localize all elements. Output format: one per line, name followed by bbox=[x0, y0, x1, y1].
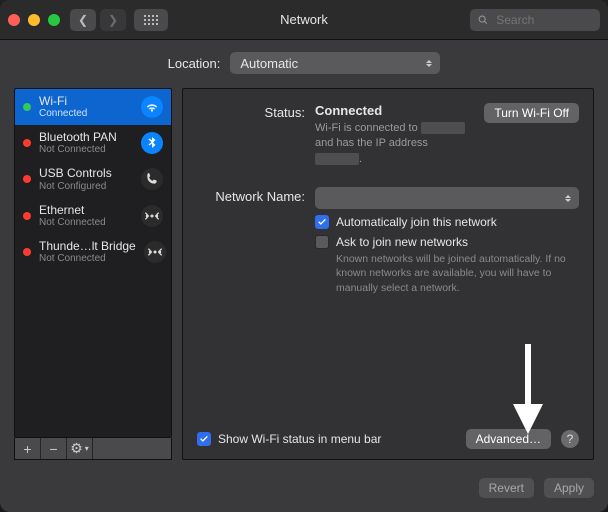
minimize-window[interactable] bbox=[28, 14, 40, 26]
service-name: Wi-Fi bbox=[39, 95, 133, 108]
sidebar-item-thunde-lt-bridge[interactable]: Thunde…lt BridgeNot Connected bbox=[15, 234, 171, 270]
detail-panel: Status: Connected Wi-Fi is connected to … bbox=[182, 88, 594, 460]
menubar-checkbox[interactable]: Show Wi-Fi status in menu bar bbox=[197, 432, 381, 446]
ethernet-icon bbox=[141, 205, 163, 227]
service-list[interactable]: Wi-FiConnectedBluetooth PANNot Connected… bbox=[14, 88, 172, 438]
status-dot bbox=[23, 103, 31, 111]
body: Wi-FiConnectedBluetooth PANNot Connected… bbox=[0, 82, 608, 470]
annotation-arrow bbox=[513, 344, 543, 437]
service-name: Thunde…lt Bridge bbox=[39, 240, 136, 253]
forward-button: ❯ bbox=[100, 9, 126, 31]
service-status: Not Connected bbox=[39, 253, 136, 264]
ask-join-label: Ask to join new networks bbox=[336, 235, 468, 249]
footer: Revert Apply bbox=[0, 470, 608, 512]
location-value: Automatic bbox=[240, 56, 298, 71]
add-service-button[interactable]: + bbox=[15, 438, 41, 459]
zoom-window[interactable] bbox=[48, 14, 60, 26]
wifi-toggle-button[interactable]: Turn Wi-Fi Off bbox=[484, 103, 579, 123]
status-value: Connected bbox=[315, 103, 474, 118]
sidebar-item-usb-controls[interactable]: USB ControlsNot Configured bbox=[15, 161, 171, 197]
status-dot bbox=[23, 175, 31, 183]
bluetooth-icon bbox=[141, 132, 163, 154]
nav-buttons: ❮ ❯ bbox=[70, 9, 126, 31]
network-prefs-window: ❮ ❯ Network Location: Automatic Wi-FiCon… bbox=[0, 0, 608, 512]
ask-join-checkbox[interactable]: Ask to join new networks bbox=[315, 235, 579, 249]
service-name: Bluetooth PAN bbox=[39, 131, 133, 144]
service-status: Not Configured bbox=[39, 181, 133, 192]
service-name: USB Controls bbox=[39, 167, 133, 180]
sidebar-item-bluetooth-pan[interactable]: Bluetooth PANNot Connected bbox=[15, 125, 171, 161]
menubar-label: Show Wi-Fi status in menu bar bbox=[218, 432, 381, 446]
status-label: Status: bbox=[197, 103, 305, 167]
phone-icon bbox=[141, 168, 163, 190]
ask-join-hint: Known networks will be joined automatica… bbox=[336, 252, 579, 295]
sidebar: Wi-FiConnectedBluetooth PANNot Connected… bbox=[14, 88, 172, 460]
search-input[interactable] bbox=[494, 12, 592, 28]
status-dot bbox=[23, 212, 31, 220]
stepper-icon bbox=[422, 52, 436, 74]
auto-join-label: Automatically join this network bbox=[336, 215, 497, 229]
window-title: Network bbox=[280, 12, 328, 27]
close-window[interactable] bbox=[8, 14, 20, 26]
remove-service-button[interactable]: − bbox=[41, 438, 67, 459]
revert-button[interactable]: Revert bbox=[479, 478, 534, 498]
gear-icon: ⚙︎ bbox=[70, 440, 83, 457]
check-icon bbox=[317, 217, 327, 227]
show-all-button[interactable] bbox=[134, 9, 168, 31]
auto-join-checkbox[interactable]: Automatically join this network bbox=[315, 215, 579, 229]
status-dot bbox=[23, 248, 31, 256]
search-icon bbox=[478, 14, 488, 26]
sidebar-tools: + − ⚙︎▾ bbox=[14, 438, 172, 460]
status-dot bbox=[23, 139, 31, 147]
traffic-lights bbox=[8, 14, 60, 26]
search-field[interactable] bbox=[470, 9, 600, 31]
ethernet-icon bbox=[144, 241, 166, 263]
service-status: Not Connected bbox=[39, 144, 133, 155]
network-name-label: Network Name: bbox=[197, 187, 305, 209]
stepper-icon bbox=[561, 187, 575, 209]
grid-icon bbox=[144, 15, 158, 25]
service-status: Not Connected bbox=[39, 217, 133, 228]
titlebar: ❮ ❯ Network bbox=[0, 0, 608, 40]
location-label: Location: bbox=[168, 56, 221, 71]
sidebar-item-ethernet[interactable]: EthernetNot Connected bbox=[15, 198, 171, 234]
help-button[interactable]: ? bbox=[561, 430, 579, 448]
network-name-popup[interactable] bbox=[315, 187, 579, 209]
check-icon bbox=[199, 434, 209, 444]
wifi-icon bbox=[141, 96, 163, 118]
service-actions-button[interactable]: ⚙︎▾ bbox=[67, 438, 93, 459]
service-name: Ethernet bbox=[39, 204, 133, 217]
service-status: Connected bbox=[39, 108, 133, 119]
chevron-down-icon: ▾ bbox=[85, 444, 89, 453]
sidebar-item-wi-fi[interactable]: Wi-FiConnected bbox=[15, 89, 171, 125]
back-button[interactable]: ❮ bbox=[70, 9, 96, 31]
location-row: Location: Automatic bbox=[0, 40, 608, 82]
apply-button[interactable]: Apply bbox=[544, 478, 594, 498]
location-popup[interactable]: Automatic bbox=[230, 52, 440, 74]
status-description: Wi-Fi is connected to xxxxxxxx and has t… bbox=[315, 121, 474, 167]
